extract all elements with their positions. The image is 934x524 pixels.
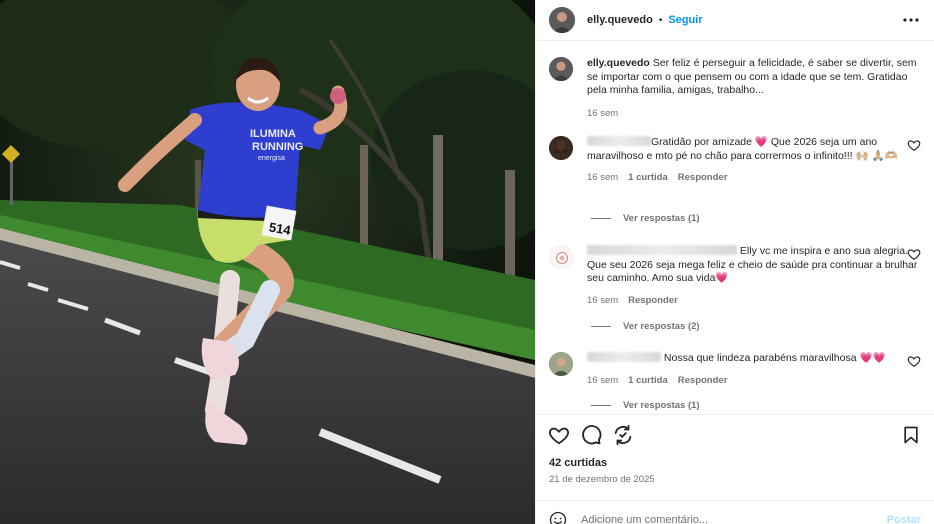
comment-item: Gratidão por amizade 💗 Que 2026 seja um … bbox=[549, 136, 921, 185]
commenter-avatar[interactable] bbox=[549, 245, 573, 269]
caption-username[interactable]: elly.quevedo bbox=[587, 57, 650, 69]
reply-button[interactable]: Responder bbox=[628, 294, 678, 308]
post-header: elly.quevedo • Seguir bbox=[536, 0, 934, 41]
view-replies-label[interactable]: Ver respostas (1) bbox=[623, 213, 700, 224]
commenter-username-blurred[interactable] bbox=[587, 352, 661, 362]
more-horizontal-icon[interactable] bbox=[901, 10, 921, 30]
view-replies-label[interactable]: Ver respostas (2) bbox=[623, 321, 700, 332]
add-comment-bar: Postar bbox=[536, 500, 934, 524]
commenter-username-blurred[interactable] bbox=[587, 245, 737, 255]
post-photo[interactable]: ILUMINA RUNNING energisa 514 bbox=[0, 0, 535, 524]
replies-line bbox=[591, 326, 611, 327]
caption-avatar[interactable] bbox=[549, 57, 573, 81]
comment-likes[interactable]: 1 curtida bbox=[628, 171, 668, 185]
author-username[interactable]: elly.quevedo bbox=[587, 14, 653, 26]
comment-input[interactable] bbox=[581, 513, 887, 524]
commenter-avatar[interactable] bbox=[549, 136, 573, 160]
comment-text: Nossa que lindeza parabéns maravilhosa 💗… bbox=[663, 352, 886, 364]
view-replies-button[interactable]: Ver respostas (2) bbox=[591, 321, 700, 332]
runner-photo: ILUMINA RUNNING energisa 514 bbox=[0, 0, 535, 524]
share-icon[interactable] bbox=[612, 424, 634, 446]
comment-item: Nossa que lindeza parabéns maravilhosa 💗… bbox=[549, 352, 921, 387]
comment-likes[interactable]: 1 curtida bbox=[628, 374, 668, 388]
heart-icon[interactable] bbox=[907, 138, 921, 152]
comments-list[interactable]: elly.quevedo Ser feliz é perseguir a fel… bbox=[536, 41, 934, 414]
post-detail-panel: elly.quevedo • Seguir elly.quevedo Ser f… bbox=[535, 0, 934, 524]
comment-time[interactable]: 16 sem bbox=[587, 374, 618, 388]
view-replies-label[interactable]: Ver respostas (1) bbox=[623, 400, 700, 411]
emoji-icon[interactable] bbox=[549, 511, 567, 524]
comment-time[interactable]: 16 sem bbox=[587, 171, 618, 185]
bookmark-icon[interactable] bbox=[900, 424, 922, 446]
comment-icon[interactable] bbox=[580, 424, 602, 446]
svg-text:RUNNING: RUNNING bbox=[252, 141, 303, 153]
comment-time[interactable]: 16 sem bbox=[587, 294, 618, 308]
likes-count[interactable]: 42 curtidas bbox=[549, 457, 607, 469]
replies-line bbox=[591, 218, 611, 219]
caption-time[interactable]: 16 sem bbox=[587, 107, 618, 121]
caption: elly.quevedo Ser feliz é perseguir a fel… bbox=[549, 57, 921, 120]
commenter-avatar[interactable] bbox=[549, 352, 573, 376]
heart-icon[interactable] bbox=[907, 247, 921, 261]
reply-button[interactable]: Responder bbox=[678, 374, 728, 388]
reply-button[interactable]: Responder bbox=[678, 171, 728, 185]
svg-text:ILUMINA: ILUMINA bbox=[250, 128, 296, 140]
svg-text:energisa: energisa bbox=[258, 155, 285, 162]
replies-line bbox=[591, 405, 611, 406]
view-replies-button[interactable]: Ver respostas (1) bbox=[591, 400, 700, 411]
post-button[interactable]: Postar bbox=[887, 514, 921, 524]
author-avatar[interactable] bbox=[549, 7, 575, 33]
heart-icon[interactable] bbox=[548, 424, 570, 446]
view-replies-button[interactable]: Ver respostas (1) bbox=[591, 213, 700, 224]
comment-item: Elly vc me inspira e ano sua alegria. Qu… bbox=[549, 245, 921, 307]
commenter-username-blurred[interactable] bbox=[587, 136, 651, 146]
follow-button[interactable]: Seguir bbox=[668, 14, 702, 26]
separator-dot: • bbox=[658, 14, 663, 26]
action-bar bbox=[536, 414, 934, 454]
post-date[interactable]: 21 de dezembro de 2025 bbox=[549, 474, 655, 485]
heart-icon[interactable] bbox=[907, 354, 921, 368]
